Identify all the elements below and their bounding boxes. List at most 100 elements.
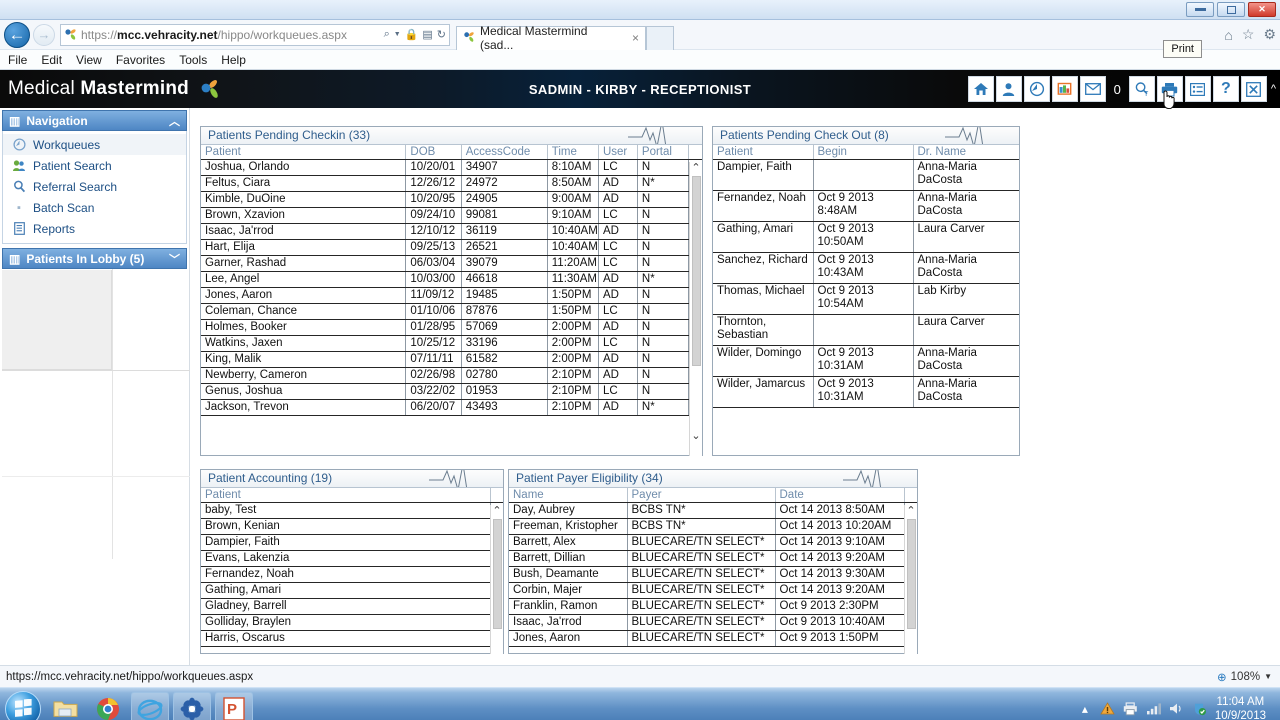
- sidebar-item-referral-search[interactable]: Referral Search: [3, 176, 186, 197]
- table-row[interactable]: Isaac, Ja'rrod12/10/123611910:40AMADN: [201, 224, 702, 240]
- window-restore-button[interactable]: [1217, 2, 1245, 17]
- scroll-up-icon[interactable]: ⌃: [691, 162, 700, 174]
- table-row[interactable]: Fernandez, Noah: [201, 567, 503, 583]
- chevron-up-icon[interactable]: ︿: [169, 113, 180, 129]
- sidebar-item-workqueues[interactable]: Workqueues: [3, 134, 186, 155]
- table-row[interactable]: Wilder, JamarcusOct 9 2013 10:31AMAnna-M…: [713, 377, 1019, 408]
- col-patient[interactable]: Patient: [201, 488, 490, 503]
- help-icon[interactable]: ?: [1213, 76, 1239, 102]
- table-row[interactable]: Holmes, Booker01/28/95570692:00PMADN: [201, 320, 702, 336]
- table-row[interactable]: King, Malik07/11/11615822:00PMADN: [201, 352, 702, 368]
- col-user[interactable]: User: [598, 145, 637, 160]
- table-row[interactable]: Jones, Aaron11/09/12194851:50PMADN: [201, 288, 702, 304]
- checkin-scrollbar[interactable]: ⌃ ⌄: [689, 162, 702, 456]
- col-patient[interactable]: Patient: [201, 145, 406, 160]
- network-signal-icon[interactable]: [1146, 701, 1162, 717]
- new-tab-button[interactable]: [646, 26, 674, 50]
- window-close-button[interactable]: ✕: [1248, 2, 1276, 17]
- table-row[interactable]: Feltus, Ciara12/26/12249728:50AMADN*: [201, 176, 702, 192]
- table-row[interactable]: Gladney, Barrell: [201, 599, 503, 615]
- table-row[interactable]: Joshua, Orlando10/20/01349078:10AMLCN: [201, 160, 702, 176]
- col-dr-name[interactable]: Dr. Name: [913, 145, 1019, 160]
- table-row[interactable]: Jackson, Trevon06/20/07434932:10PMADN*: [201, 400, 702, 416]
- col-payer[interactable]: Payer: [627, 488, 775, 503]
- scrollbar-thumb[interactable]: [692, 176, 701, 366]
- table-row[interactable]: Kimble, DuOine10/20/95249059:00AMADN: [201, 192, 702, 208]
- table-row[interactable]: Corbin, MajerBLUECARE/TN SELECT*Oct 14 2…: [509, 583, 917, 599]
- chrome-icon[interactable]: [89, 692, 127, 720]
- table-row[interactable]: Dampier, FaithAnna-Maria DaCosta: [713, 160, 1019, 191]
- col-portal[interactable]: Portal: [637, 145, 688, 160]
- action-center-icon[interactable]: [1100, 701, 1116, 717]
- sidebar-navigation-header[interactable]: ▥ Navigation ︿: [2, 110, 187, 131]
- table-row[interactable]: Evans, Lakenzia: [201, 551, 503, 567]
- table-row[interactable]: Jones, AaronBLUECARE/TN SELECT*Oct 9 201…: [509, 631, 917, 647]
- clock-icon[interactable]: [1024, 76, 1050, 102]
- chevron-down-icon[interactable]: ▼: [1264, 672, 1272, 681]
- table-row[interactable]: baby, Test: [201, 503, 503, 519]
- powerpoint-icon[interactable]: P: [215, 692, 253, 720]
- table-row[interactable]: Hart, Elija09/25/132652110:40AMLCN: [201, 240, 702, 256]
- table-row[interactable]: Coleman, Chance01/10/06878761:50PMLCN: [201, 304, 702, 320]
- back-button[interactable]: ←: [4, 22, 30, 48]
- favorites-star-icon[interactable]: ☆: [1242, 26, 1255, 43]
- menu-view[interactable]: View: [76, 53, 102, 67]
- scroll-up-icon[interactable]: ⌃: [492, 505, 501, 517]
- table-row[interactable]: Lee, Angel10/03/004661811:30AMADN*: [201, 272, 702, 288]
- mail-icon[interactable]: [1080, 76, 1106, 102]
- collapse-chevron-icon[interactable]: ^: [1269, 83, 1276, 95]
- home-icon[interactable]: [968, 76, 994, 102]
- menu-tools[interactable]: Tools: [179, 53, 207, 67]
- table-row[interactable]: Dampier, Faith: [201, 535, 503, 551]
- browser-tab[interactable]: Medical Mastermind (sad... ×: [456, 26, 646, 50]
- chevron-down-icon[interactable]: ▼: [394, 31, 401, 38]
- table-row[interactable]: Brown, Kenian: [201, 519, 503, 535]
- settings-gear-icon[interactable]: ⚙: [1263, 26, 1276, 43]
- compatibility-view-icon[interactable]: ▤: [422, 28, 432, 41]
- security-shield-icon[interactable]: [1192, 701, 1208, 717]
- explorer-icon[interactable]: [47, 692, 85, 720]
- scrollbar-thumb[interactable]: [493, 519, 502, 629]
- table-row[interactable]: Harris, Oscarus: [201, 631, 503, 647]
- table-row[interactable]: Sanchez, RichardOct 9 2013 10:43AMAnna-M…: [713, 253, 1019, 284]
- show-hidden-icons-icon[interactable]: ▴: [1077, 701, 1093, 717]
- table-row[interactable]: Thornton, SebastianLaura Carver: [713, 315, 1019, 346]
- window-minimize-button[interactable]: [1186, 2, 1214, 17]
- table-row[interactable]: Watkins, Jaxen10/25/12331962:00PMLCN: [201, 336, 702, 352]
- table-row[interactable]: Barrett, AlexBLUECARE/TN SELECT*Oct 14 2…: [509, 535, 917, 551]
- table-row[interactable]: Isaac, Ja'rrodBLUECARE/TN SELECT*Oct 9 2…: [509, 615, 917, 631]
- scroll-up-icon[interactable]: ⌃: [906, 505, 915, 517]
- sidebar-lobby-header[interactable]: ▥ Patients In Lobby (5) ﹀: [2, 248, 187, 269]
- col-begin[interactable]: Begin: [813, 145, 913, 160]
- menu-file[interactable]: File: [8, 53, 27, 67]
- address-bar[interactable]: https://mcc.vehracity.net/hippo/workqueu…: [60, 24, 450, 46]
- col-time[interactable]: Time: [547, 145, 598, 160]
- col-patient[interactable]: Patient: [713, 145, 813, 160]
- col-name[interactable]: Name: [509, 488, 627, 503]
- table-row[interactable]: Thomas, MichaelOct 9 2013 10:54AMLab Kir…: [713, 284, 1019, 315]
- table-row[interactable]: Day, AubreyBCBS TN*Oct 14 2013 8:50AM: [509, 503, 917, 519]
- image-icon[interactable]: [1052, 76, 1078, 102]
- col-date[interactable]: Date: [775, 488, 904, 503]
- user-icon[interactable]: [996, 76, 1022, 102]
- scroll-down-icon[interactable]: ⌄: [691, 430, 700, 442]
- menu-favorites[interactable]: Favorites: [116, 53, 165, 67]
- table-row[interactable]: Golliday, Braylen: [201, 615, 503, 631]
- flower-app-icon[interactable]: [173, 692, 211, 720]
- table-row[interactable]: Franklin, RamonBLUECARE/TN SELECT*Oct 9 …: [509, 599, 917, 615]
- table-row[interactable]: Freeman, KristopherBCBS TN*Oct 14 2013 1…: [509, 519, 917, 535]
- forward-button[interactable]: →: [33, 24, 55, 46]
- search-icon[interactable]: ⌕: [384, 28, 390, 41]
- start-button[interactable]: [5, 691, 41, 720]
- col-dob[interactable]: DOB: [406, 145, 461, 160]
- sidebar-item-batch-scan[interactable]: ▪ Batch Scan: [3, 197, 186, 218]
- table-row[interactable]: Garner, Rashad06/03/043907911:20AMLCN: [201, 256, 702, 272]
- table-row[interactable]: Wilder, DomingoOct 9 2013 10:31AMAnna-Ma…: [713, 346, 1019, 377]
- accounting-scrollbar[interactable]: ⌃: [490, 505, 503, 654]
- zoom-control[interactable]: ⊕ 108% ▼: [1217, 670, 1280, 684]
- col-accesscode[interactable]: AccessCode: [461, 145, 547, 160]
- table-row[interactable]: Fernandez, NoahOct 9 2013 8:48AMAnna-Mar…: [713, 191, 1019, 222]
- internet-explorer-icon[interactable]: [131, 692, 169, 720]
- table-row[interactable]: Brown, Xzavion09/24/10990819:10AMLCN: [201, 208, 702, 224]
- printer-tray-icon[interactable]: [1123, 701, 1139, 717]
